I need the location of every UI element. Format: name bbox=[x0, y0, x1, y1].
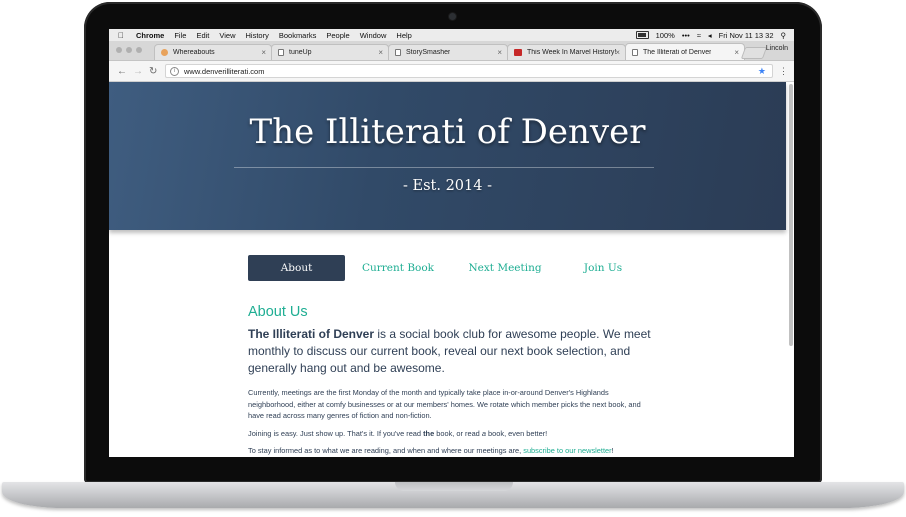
close-icon[interactable]: × bbox=[378, 48, 383, 57]
club-name: The Illiterati of Denver bbox=[248, 327, 375, 341]
close-icon[interactable]: × bbox=[497, 48, 502, 57]
joining-emphasis: the bbox=[423, 428, 435, 438]
mac-menubar:  Chrome File Edit View History Bookmark… bbox=[109, 29, 794, 41]
bookmark-star-icon[interactable]: ★ bbox=[758, 66, 766, 77]
menubar-status-area: 100% ••• ≈ ◂ Fri Nov 11 13 32 ⚲ bbox=[635, 30, 787, 40]
menu-bookmarks[interactable]: Bookmarks bbox=[279, 31, 317, 40]
screen:  Chrome File Edit View History Bookmark… bbox=[109, 29, 794, 457]
browser-toolbar: ← → ↻ i www.denverilliterati.com ★ ⋮ bbox=[109, 61, 794, 82]
battery-percent: 100% bbox=[655, 30, 675, 40]
newsletter-link[interactable]: subscribe to our newsletter bbox=[523, 446, 611, 455]
page-icon bbox=[632, 48, 638, 56]
window-controls bbox=[116, 47, 142, 53]
tab-label: The Illiterati of Denver bbox=[643, 48, 712, 56]
url-text: www.denverilliterati.com bbox=[184, 66, 265, 76]
nav-current-book[interactable]: Current Book bbox=[356, 255, 440, 281]
menu-edit[interactable]: Edit bbox=[196, 31, 209, 40]
lead-paragraph: The Illiterati of Denver is a social boo… bbox=[248, 326, 658, 377]
volume-icon[interactable]: ◂ bbox=[708, 31, 712, 40]
newsletter-paragraph: To stay informed as to what we are readi… bbox=[248, 445, 658, 457]
laptop-notch bbox=[395, 482, 513, 491]
orange-favicon-icon bbox=[161, 49, 168, 56]
joining-text: book, even better! bbox=[485, 428, 548, 438]
meetings-paragraph: Currently, meetings are the first Monday… bbox=[248, 388, 641, 420]
battery-icon[interactable] bbox=[635, 31, 649, 39]
newsletter-text: ! bbox=[611, 446, 614, 455]
more-icon[interactable]: ••• bbox=[682, 31, 690, 40]
menu-view[interactable]: View bbox=[219, 31, 235, 40]
joining-text: Joining is easy. Just show up. That's it… bbox=[248, 428, 424, 438]
about-section: About Us The Illiterati of Denver is a s… bbox=[248, 304, 658, 457]
back-arrow-icon[interactable]: ← bbox=[117, 66, 127, 77]
marvel-favicon-icon bbox=[514, 49, 522, 56]
menu-people[interactable]: People bbox=[326, 31, 349, 40]
reload-icon[interactable]: ↻ bbox=[149, 66, 157, 77]
newsletter-text: To stay informed as to what we are readi… bbox=[248, 446, 524, 455]
web-page: The Illiterati of Denver - Est. 2014 - A… bbox=[109, 82, 794, 457]
site-title: The Illiterati of Denver bbox=[249, 112, 646, 152]
menu-history[interactable]: History bbox=[246, 31, 269, 40]
new-tab-button[interactable] bbox=[740, 47, 768, 59]
apple-icon[interactable]:  bbox=[118, 31, 128, 40]
info-icon[interactable]: i bbox=[170, 66, 179, 76]
minimize-window-icon[interactable] bbox=[126, 47, 132, 53]
tab-illiterati-active[interactable]: The Illiterati of Denver × bbox=[625, 43, 745, 60]
kebab-menu-icon[interactable]: ⋮ bbox=[779, 66, 788, 77]
tab-label: This Week In Marvel History! bbox=[527, 49, 617, 56]
clock[interactable]: Fri Nov 11 13 32 bbox=[719, 31, 774, 40]
tab-storysmasher[interactable]: StorySmasher × bbox=[388, 44, 508, 60]
profile-name[interactable]: Lincoln bbox=[766, 45, 788, 52]
nav-join-us[interactable]: Join Us bbox=[572, 255, 634, 281]
close-icon[interactable]: × bbox=[734, 48, 739, 57]
page-scrollbar[interactable] bbox=[789, 84, 793, 346]
tab-tuneup[interactable]: tuneUp × bbox=[271, 44, 389, 60]
established-text: - Est. 2014 - bbox=[403, 178, 492, 194]
search-icon[interactable]: ⚲ bbox=[781, 31, 787, 40]
menu-help[interactable]: Help bbox=[396, 31, 411, 40]
section-heading: About Us bbox=[248, 304, 308, 320]
close-icon[interactable]: × bbox=[261, 48, 266, 57]
close-icon[interactable]: × bbox=[615, 48, 620, 57]
tab-label: tuneUp bbox=[289, 49, 312, 56]
browser-tab-strip: Whereabouts × tuneUp × StorySmasher × Th… bbox=[109, 41, 794, 61]
page-icon bbox=[278, 49, 284, 56]
tab-label: StorySmasher bbox=[406, 49, 451, 56]
menu-app-name[interactable]: Chrome bbox=[136, 31, 164, 40]
camera-dot bbox=[449, 13, 456, 20]
joining-text: book, or read bbox=[434, 428, 482, 438]
address-bar[interactable]: i www.denverilliterati.com ★ bbox=[165, 64, 773, 78]
hero-divider bbox=[234, 167, 654, 168]
tab-marvel-history[interactable]: This Week In Marvel History! × bbox=[507, 44, 626, 60]
menu-file[interactable]: File bbox=[174, 31, 186, 40]
close-window-icon[interactable] bbox=[116, 47, 122, 53]
forward-arrow-icon[interactable]: → bbox=[133, 66, 143, 77]
wifi-icon[interactable]: ≈ bbox=[697, 31, 701, 40]
site-nav: About Current Book Next Meeting Join Us bbox=[248, 255, 668, 281]
nav-next-meeting[interactable]: Next Meeting bbox=[460, 255, 550, 281]
hero-banner: The Illiterati of Denver - Est. 2014 - bbox=[109, 82, 786, 230]
tab-label: Whereabouts bbox=[173, 49, 215, 56]
maximize-window-icon[interactable] bbox=[136, 47, 142, 53]
tab-whereabouts[interactable]: Whereabouts × bbox=[154, 44, 272, 60]
page-icon bbox=[395, 49, 401, 56]
nav-about[interactable]: About bbox=[248, 255, 345, 281]
menu-window[interactable]: Window bbox=[360, 31, 387, 40]
joining-paragraph: Joining is easy. Just show up. That's it… bbox=[248, 428, 658, 440]
